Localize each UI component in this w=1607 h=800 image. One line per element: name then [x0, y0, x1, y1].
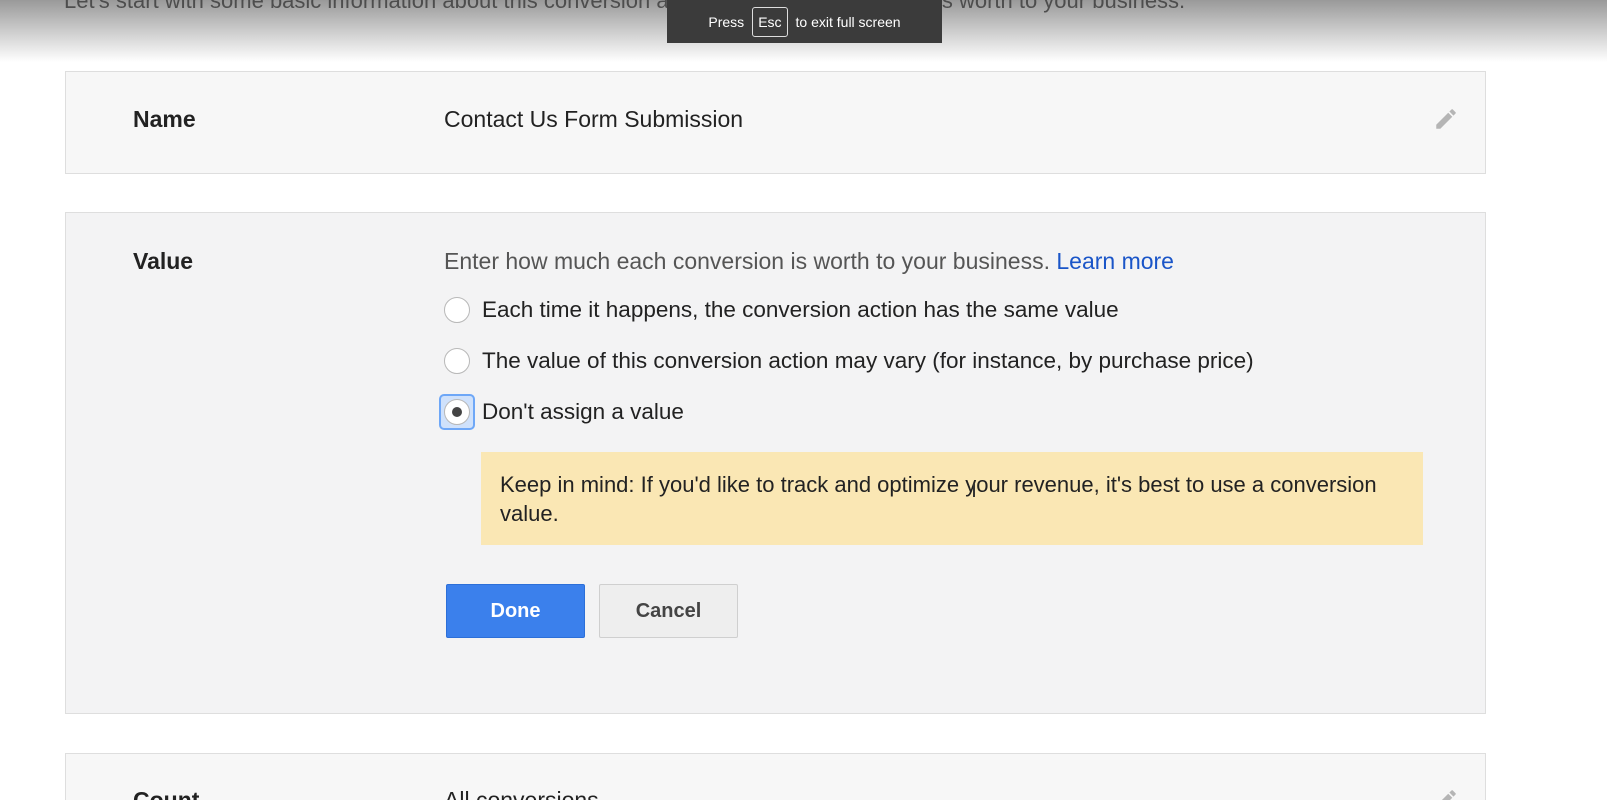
- radio-button[interactable]: [444, 348, 470, 374]
- radio-focus-ring: [439, 394, 475, 430]
- radio-button-selected[interactable]: [444, 399, 470, 425]
- value-label: Value: [133, 248, 194, 274]
- keep-in-mind-notice: Keep in mind: If you'd like to track and…: [481, 452, 1423, 545]
- name-value: Contact Us Form Submission: [444, 106, 744, 132]
- value-description-text: Enter how much each conversion is worth …: [444, 248, 1050, 274]
- intro-text: Let's start with some basic information …: [64, 0, 1186, 13]
- fullscreen-notice-rest: to exit full screen: [795, 13, 901, 30]
- pencil-icon[interactable]: [1433, 106, 1459, 132]
- radio-option-may-vary[interactable]: The value of this conversion action may …: [444, 346, 1254, 376]
- fullscreen-notice-press: Press: [708, 13, 745, 30]
- count-value: All conversions: [444, 787, 599, 800]
- count-section: Count All conversions: [65, 753, 1486, 800]
- learn-more-link[interactable]: Learn more: [1056, 248, 1174, 274]
- value-description: Enter how much each conversion is worth …: [444, 248, 1174, 275]
- count-label: Count: [133, 787, 200, 800]
- radio-option-label: The value of this conversion action may …: [482, 348, 1254, 373]
- radio-option-label: Each time it happens, the conversion act…: [482, 297, 1119, 322]
- name-section: Name Contact Us Form Submission: [65, 71, 1486, 174]
- value-section: Value Enter how much each conversion is …: [65, 212, 1486, 714]
- cancel-button[interactable]: Cancel: [599, 584, 738, 638]
- fullscreen-notice: Press Esc to exit full screen: [667, 0, 942, 43]
- pencil-icon[interactable]: [1433, 787, 1459, 800]
- radio-option-same-value[interactable]: Each time it happens, the conversion act…: [444, 295, 1119, 325]
- radio-option-label: Don't assign a value: [482, 399, 684, 424]
- radio-option-no-value[interactable]: Don't assign a value: [439, 394, 684, 430]
- radio-button[interactable]: [444, 297, 470, 323]
- name-label: Name: [133, 106, 196, 132]
- done-button[interactable]: Done: [446, 584, 585, 638]
- text-cursor-icon: [973, 483, 975, 497]
- esc-key-badge: Esc: [752, 6, 788, 37]
- page: Let's start with some basic information …: [0, 0, 1607, 800]
